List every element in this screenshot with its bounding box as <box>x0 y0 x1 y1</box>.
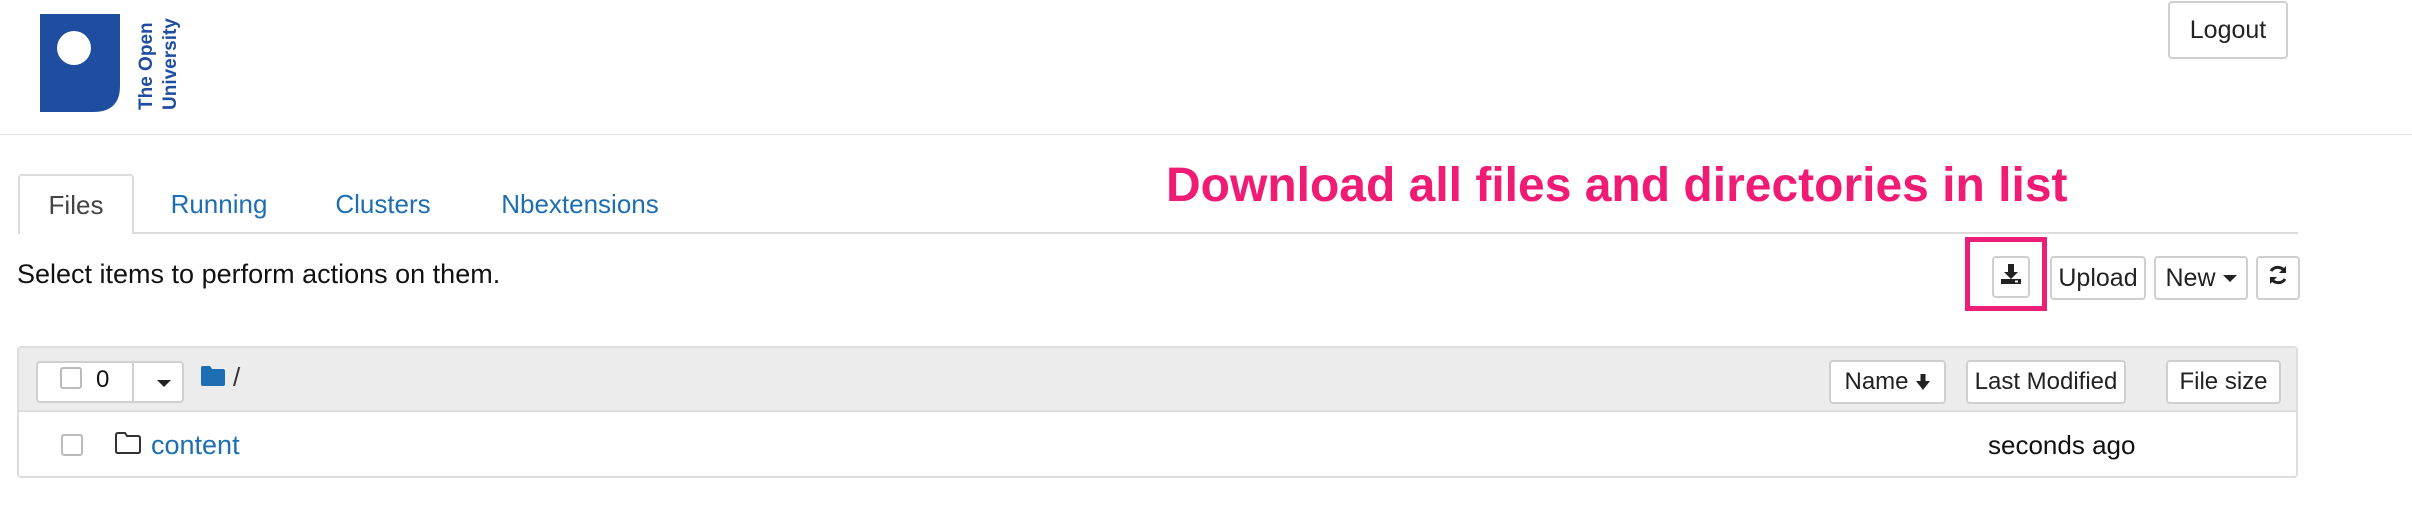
row-last-modified: seconds ago <box>1988 430 2136 460</box>
new-label: New <box>2165 263 2216 292</box>
arrow-down-icon <box>1915 373 1931 391</box>
svg-text:The Open: The Open <box>136 22 157 110</box>
sort-by-name-button[interactable]: Name <box>1829 360 1946 404</box>
file-link-content[interactable]: content <box>151 430 240 461</box>
refresh-icon <box>2267 264 2289 293</box>
new-dropdown-button[interactable]: New <box>2154 256 2248 300</box>
tab-nbextensions[interactable]: Nbextensions <box>490 174 670 234</box>
logo-wordmark: The Open University <box>128 12 184 112</box>
breadcrumb-root[interactable]: / <box>233 362 240 393</box>
tab-files[interactable]: Files <box>18 174 134 234</box>
folder-icon[interactable] <box>200 365 226 387</box>
sort-name-label: Name <box>1844 368 1909 395</box>
file-list-header <box>19 348 2296 412</box>
open-university-logo <box>38 14 122 112</box>
selected-count: 0 <box>96 366 110 393</box>
tab-clusters[interactable]: Clusters <box>326 174 440 234</box>
annotation-callout: Download all files and directories in li… <box>1166 159 2068 212</box>
download-all-button[interactable] <box>1992 256 2030 298</box>
refresh-button[interactable] <box>2256 256 2300 300</box>
svg-text:University: University <box>160 18 181 110</box>
sort-by-size-button[interactable]: File size <box>2166 360 2281 404</box>
upload-button[interactable]: Upload <box>2050 256 2146 300</box>
select-all-checkbox[interactable] <box>60 367 82 389</box>
sort-by-modified-button[interactable]: Last Modified <box>1966 360 2126 404</box>
header-divider <box>0 134 2412 135</box>
caret-down-icon[interactable] <box>157 380 171 387</box>
tab-running[interactable]: Running <box>162 174 276 234</box>
logout-button[interactable]: Logout <box>2168 1 2288 59</box>
caret-down-icon <box>2222 274 2237 282</box>
row-checkbox[interactable] <box>61 434 83 456</box>
selection-hint: Select items to perform actions on them. <box>17 259 501 289</box>
download-icon <box>2000 263 2022 292</box>
select-dropdown-divider <box>132 361 134 403</box>
folder-outline-icon <box>114 431 142 455</box>
